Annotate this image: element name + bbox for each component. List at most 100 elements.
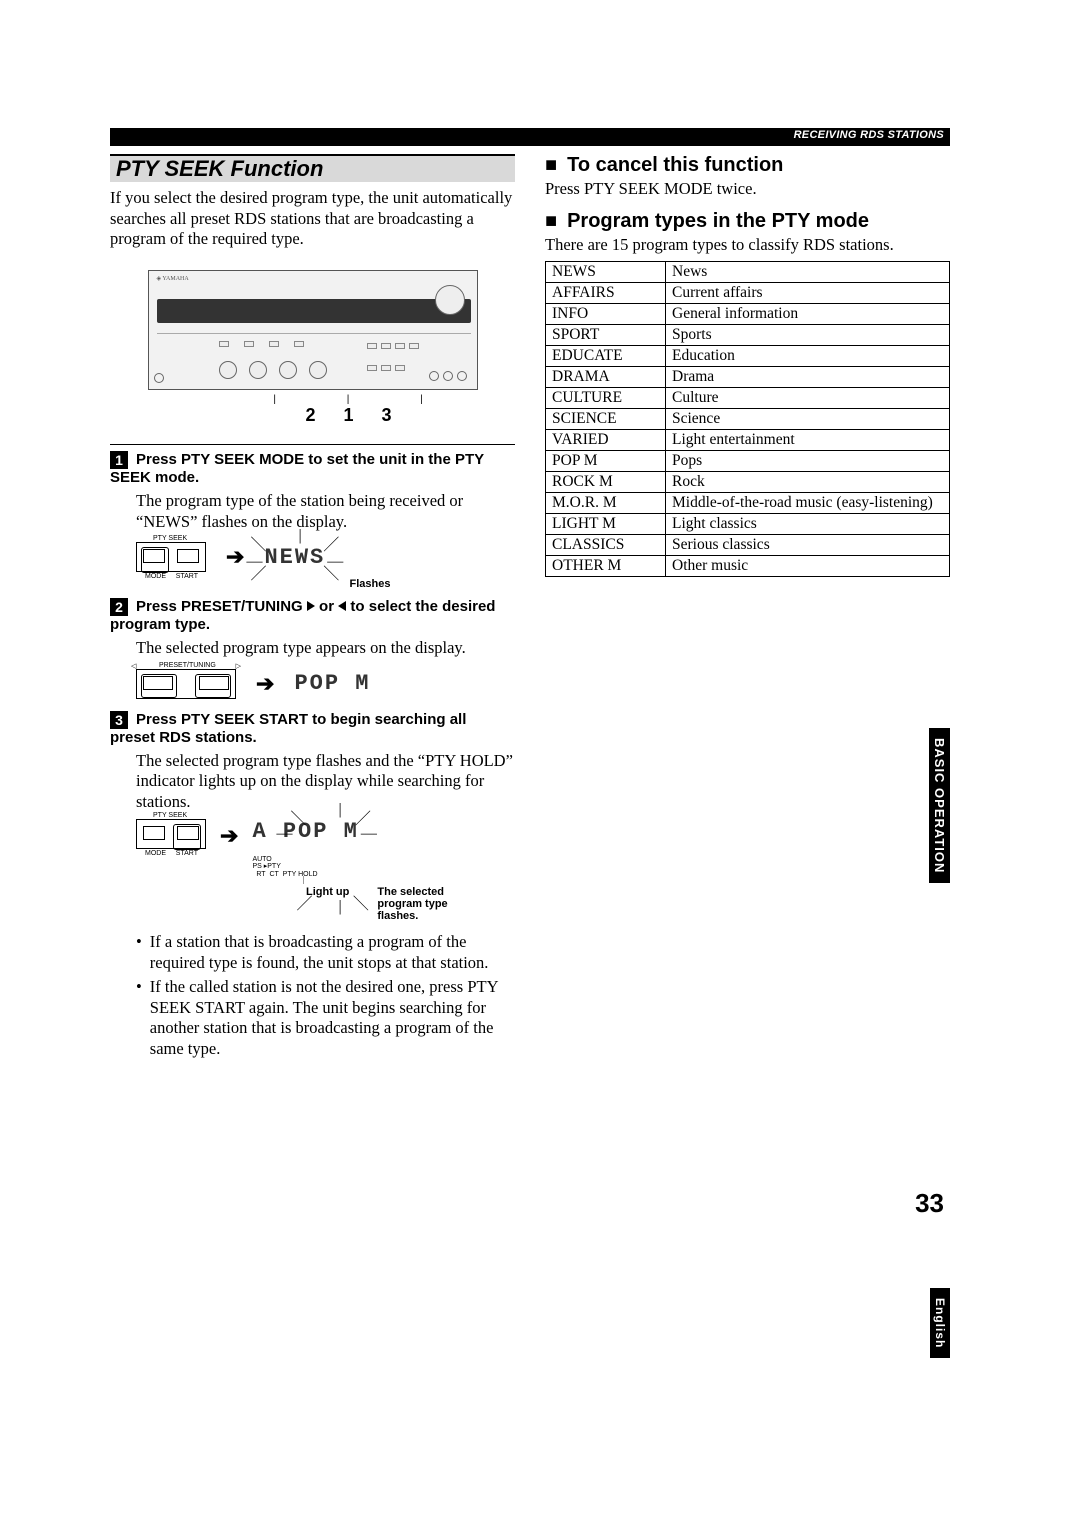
table-row: CULTURECulture xyxy=(546,388,950,409)
arrow-icon: ➔ xyxy=(256,671,274,697)
pty-code: CLASSICS xyxy=(546,535,666,556)
right-column: ■ To cancel this function Press PTY SEEK… xyxy=(545,154,950,1064)
lightup-label: Light up xyxy=(306,886,349,922)
square-bullet-icon: ■ xyxy=(545,154,557,177)
separator xyxy=(110,444,515,445)
bullet-item: • If the called station is not the desir… xyxy=(136,977,515,1060)
pty-code: VARIED xyxy=(546,430,666,451)
table-row: DRAMADrama xyxy=(546,367,950,388)
step-3-diagram: PTY SEEK MODE START ➔ ＼ | ／ — xyxy=(136,819,515,922)
callout-lines: | | | xyxy=(110,394,515,405)
section-title-bar: PTY SEEK Function xyxy=(110,154,515,182)
header-breadcrumb: RECEIVING RDS STATIONS xyxy=(794,129,944,141)
pty-desc: Science xyxy=(666,409,950,430)
pty-code: OTHER M xyxy=(546,556,666,577)
step-2-body: The selected program type appears on the… xyxy=(136,638,515,659)
step-2-diagram: PRESET/TUNING ◁ ▷ ➔ POP M xyxy=(136,669,515,699)
table-row: M.O.R. MMiddle-of-the-road music (easy-l… xyxy=(546,493,950,514)
page-number: 33 xyxy=(915,1188,944,1219)
bullet-text: If a station that is broadcasting a prog… xyxy=(150,932,515,973)
table-row: SCIENCEScience xyxy=(546,409,950,430)
pty-desc: Light entertainment xyxy=(666,430,950,451)
page-content: RECEIVING RDS STATIONS PTY SEEK Function… xyxy=(110,128,950,1064)
arrow-icon: ➔ xyxy=(226,544,244,570)
pty-code: POP M xyxy=(546,451,666,472)
step-2-number: 2 xyxy=(110,598,128,616)
step-3-body: The selected program type flashes and th… xyxy=(136,751,515,813)
step-3-number: 3 xyxy=(110,711,128,729)
pty-desc: Light classics xyxy=(666,514,950,535)
bullet-list: • If a station that is broadcasting a pr… xyxy=(136,932,515,1060)
pty-desc: Education xyxy=(666,346,950,367)
header-bar: RECEIVING RDS STATIONS xyxy=(110,128,950,146)
step-1-diagram: PTY SEEK MODE START ➔ ＼ | ／ — — ／ xyxy=(136,542,515,572)
bullet-item: • If a station that is broadcasting a pr… xyxy=(136,932,515,973)
table-row: ROCK MRock xyxy=(546,472,950,493)
pty-intro: There are 15 program types to classify R… xyxy=(545,235,950,256)
pty-seek-buttons-icon: PTY SEEK MODE START xyxy=(136,819,206,849)
pty-desc: Current affairs xyxy=(666,283,950,304)
pty-code: SCIENCE xyxy=(546,409,666,430)
receiver-illustration: ◈ YAMAHA xyxy=(148,270,478,390)
table-row: INFOGeneral information xyxy=(546,304,950,325)
pty-seek-buttons-icon: PTY SEEK MODE START xyxy=(136,542,206,572)
pty-desc: Other music xyxy=(666,556,950,577)
intro-paragraph: If you select the desired program type, … xyxy=(110,188,515,250)
step-1-head: Press PTY SEEK MODE to set the unit in t… xyxy=(110,451,484,486)
cancel-body: Press PTY SEEK MODE twice. xyxy=(545,179,950,200)
pty-heading: ■ Program types in the PTY mode xyxy=(545,210,950,233)
pty-desc: Culture xyxy=(666,388,950,409)
callout-numbers: 213 xyxy=(110,405,515,426)
table-row: VARIEDLight entertainment xyxy=(546,430,950,451)
table-row: SPORTSports xyxy=(546,325,950,346)
pty-desc: Sports xyxy=(666,325,950,346)
table-row: NEWSNews xyxy=(546,262,950,283)
pty-code: AFFAIRS xyxy=(546,283,666,304)
callout-2: 2 xyxy=(305,405,343,425)
left-column: PTY SEEK Function If you select the desi… xyxy=(110,154,515,1064)
table-row: POP MPops xyxy=(546,451,950,472)
arrow-icon: ➔ xyxy=(220,823,238,849)
pty-desc: Drama xyxy=(666,367,950,388)
square-bullet-icon: ■ xyxy=(545,210,557,233)
pty-desc: Pops xyxy=(666,451,950,472)
pty-code: SPORT xyxy=(546,325,666,346)
pty-table: NEWSNewsAFFAIRSCurrent affairsINFOGenera… xyxy=(545,261,950,577)
step-1: 1 Press PTY SEEK MODE to set the unit in… xyxy=(110,451,515,487)
step-1-number: 1 xyxy=(110,451,128,469)
flashes-label: The selected program type flashes. xyxy=(377,886,487,922)
step-2-head: Press PRESET/TUNING or to select the des… xyxy=(110,598,495,633)
pty-desc: Serious classics xyxy=(666,535,950,556)
lcd-news: ＼ | ／ — — ／ ＼ NEWS xyxy=(264,545,325,570)
step-1-body: The program type of the station being re… xyxy=(136,491,515,532)
pty-code: LIGHT M xyxy=(546,514,666,535)
pty-code: DRAMA xyxy=(546,367,666,388)
pty-desc: News xyxy=(666,262,950,283)
callout-3: 3 xyxy=(382,405,420,425)
pty-desc: Middle-of-the-road music (easy-listening… xyxy=(666,493,950,514)
pty-code: CULTURE xyxy=(546,388,666,409)
lcd-popm: POP M xyxy=(294,671,370,696)
section-title: PTY SEEK Function xyxy=(116,156,323,182)
lcd-apopm: ＼ | ／ — — ／ | ＼ A POP M AUTO PS ▸PTY RT … xyxy=(252,819,358,884)
bullet-text: If the called station is not the desired… xyxy=(150,977,515,1060)
pty-code: NEWS xyxy=(546,262,666,283)
pty-desc: Rock xyxy=(666,472,950,493)
pty-code: ROCK M xyxy=(546,472,666,493)
side-tab-english: English xyxy=(930,1288,950,1358)
step-2: 2 Press PRESET/TUNING or to select the d… xyxy=(110,598,515,634)
table-row: OTHER MOther music xyxy=(546,556,950,577)
step-3-head: Press PTY SEEK START to begin searching … xyxy=(110,711,466,746)
table-row: CLASSICSSerious classics xyxy=(546,535,950,556)
table-row: EDUCATEEducation xyxy=(546,346,950,367)
table-row: AFFAIRSCurrent affairs xyxy=(546,283,950,304)
step-3: 3 Press PTY SEEK START to begin searchin… xyxy=(110,711,515,747)
pty-desc: General information xyxy=(666,304,950,325)
cancel-heading: ■ To cancel this function xyxy=(545,154,950,177)
side-tab-basic: BASIC OPERATION xyxy=(929,728,950,883)
preset-tuning-buttons-icon: PRESET/TUNING ◁ ▷ xyxy=(136,669,236,699)
table-row: LIGHT MLight classics xyxy=(546,514,950,535)
triangle-right-icon xyxy=(307,601,315,611)
pty-code: INFO xyxy=(546,304,666,325)
pty-code: EDUCATE xyxy=(546,346,666,367)
